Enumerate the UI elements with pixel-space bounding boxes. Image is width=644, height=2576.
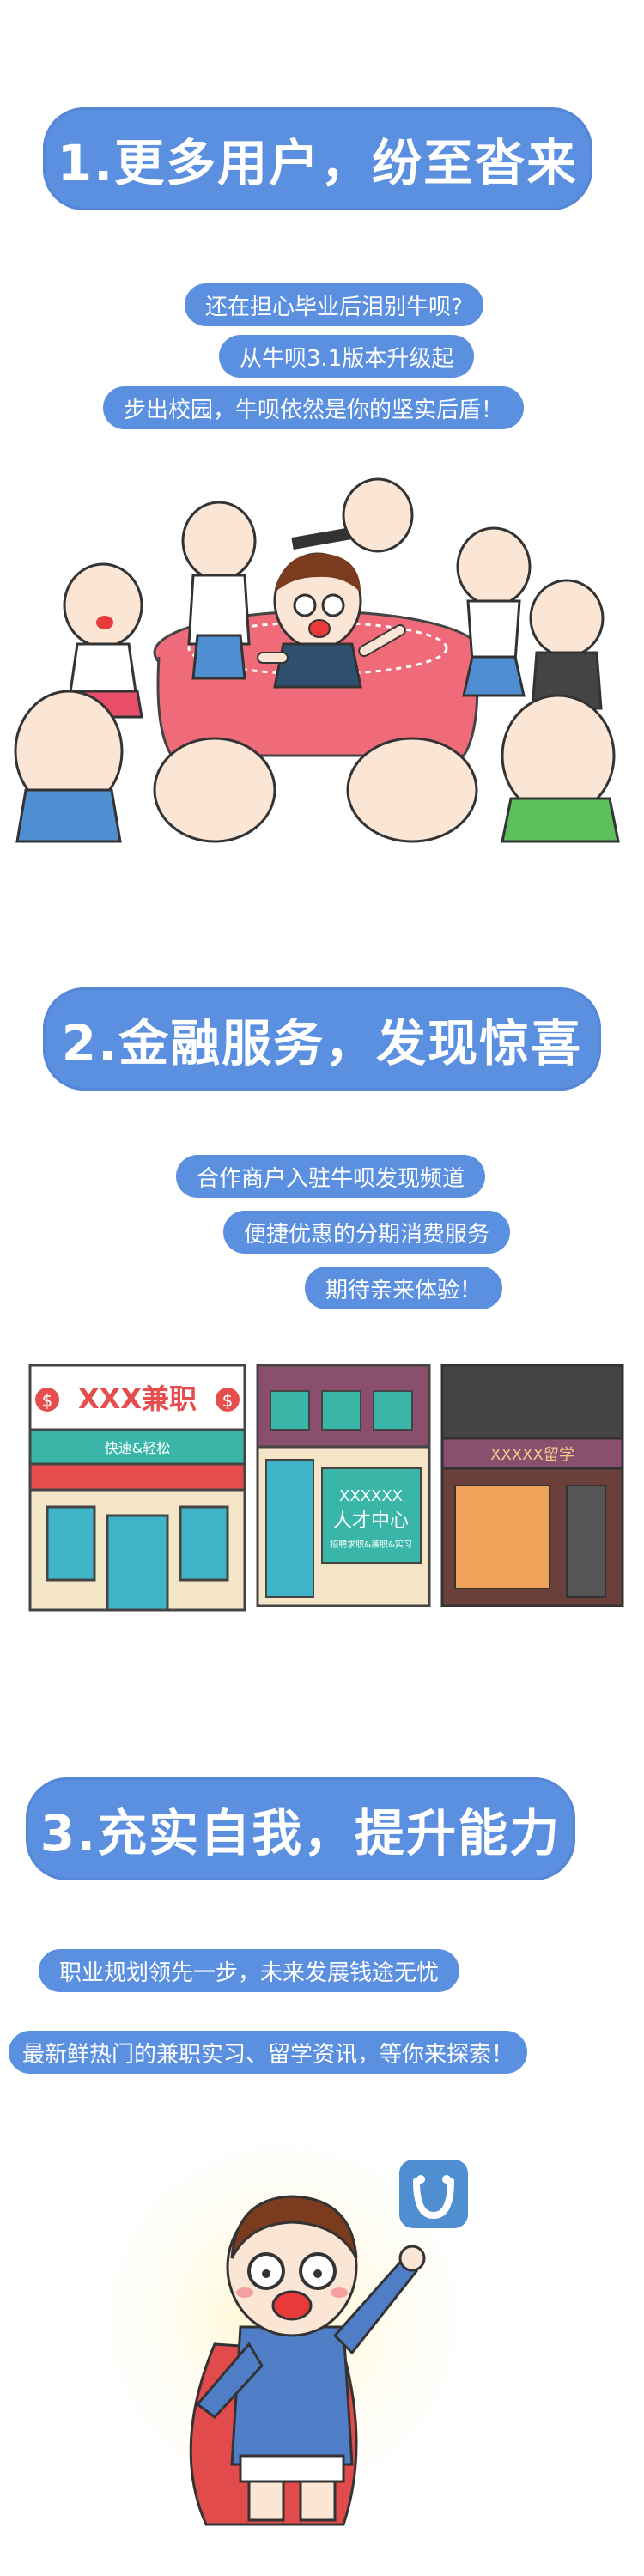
- shop2-sign: XXXXXX: [339, 1487, 403, 1505]
- shop-talent-center: XXXXXX 人才中心 招聘求职&兼职&实习: [256, 1364, 431, 1607]
- section2-line-2-text: 便捷优惠的分期消费服务: [244, 1221, 490, 1248]
- section3-title: 3.充实自我，提升能力: [26, 1777, 575, 1880]
- section2-line-3-text: 期待亲来体验！: [325, 1277, 483, 1303]
- shop-parttime: $ $ XXX兼职 快速&轻松: [28, 1364, 246, 1612]
- shop1-subtitle: 快速&轻松: [105, 1440, 170, 1456]
- section2-line-1-text: 合作商户入驻牛呗发现频道: [197, 1165, 465, 1192]
- shop1-dollar-left: $: [42, 1390, 53, 1411]
- section1-title: 1.更多用户，纷至沓来: [43, 107, 592, 210]
- app-icon: [399, 2160, 468, 2228]
- section2-line-1: 合作商户入驻牛呗发现频道: [176, 1155, 486, 1198]
- shop1-dollar-right: $: [222, 1390, 234, 1411]
- section3-title-text: 3.充实自我，提升能力: [39, 1804, 562, 1862]
- shop2-subtitle: 人才中心: [333, 1510, 409, 1532]
- shop3-sign: XXXXX留学: [490, 1446, 574, 1464]
- shop2-small: 招聘求职&兼职&实习: [330, 1539, 412, 1550]
- section1-line-2-text: 从牛呗3.1版本升级起: [240, 345, 454, 372]
- section1-title-text: 1.更多用户，纷至沓来: [57, 134, 579, 192]
- section2-line-3: 期待亲来体验！: [305, 1267, 503, 1309]
- hero-illustration: [60, 2095, 507, 2542]
- section2-line-2: 便捷优惠的分期消费服务: [223, 1211, 511, 1254]
- section2-title-text: 2.金融服务，发现惊喜: [61, 1014, 583, 1072]
- section1-line-3: 步出校园，牛呗依然是你的坚实后盾！: [103, 386, 525, 429]
- graduation-illustration: [14, 477, 620, 843]
- section2-title: 2.金融服务，发现惊喜: [43, 987, 601, 1091]
- shop-study-abroad: XXXXX留学: [440, 1364, 624, 1607]
- section3-line-1-text: 职业规划领先一步，未来发展钱途无忧: [59, 1959, 440, 1986]
- section3-line-1: 职业规划领先一步，未来发展钱途无忧: [39, 1949, 460, 1992]
- section1-line-3-text: 步出校园，牛呗依然是你的坚实后盾！: [124, 397, 504, 423]
- section1-line-1-text: 还在担心毕业后泪别牛呗?: [205, 294, 463, 320]
- section1-line-1: 还在担心毕业后泪别牛呗?: [185, 283, 483, 326]
- section1-line-2: 从牛呗3.1版本升级起: [219, 335, 475, 378]
- section3-line-2-text: 最新鲜热门的兼职实习、留学资讯，等你来探索！: [22, 2041, 514, 2068]
- shops-illustration: $ $ XXX兼职 快速&轻松 XXXXXX 人才中心 招聘求职&兼职&实习 X…: [28, 1364, 624, 1612]
- shop1-sign: XXX兼职: [78, 1382, 197, 1415]
- section3-line-2: 最新鲜热门的兼职实习、留学资讯，等你来探索！: [9, 2031, 528, 2074]
